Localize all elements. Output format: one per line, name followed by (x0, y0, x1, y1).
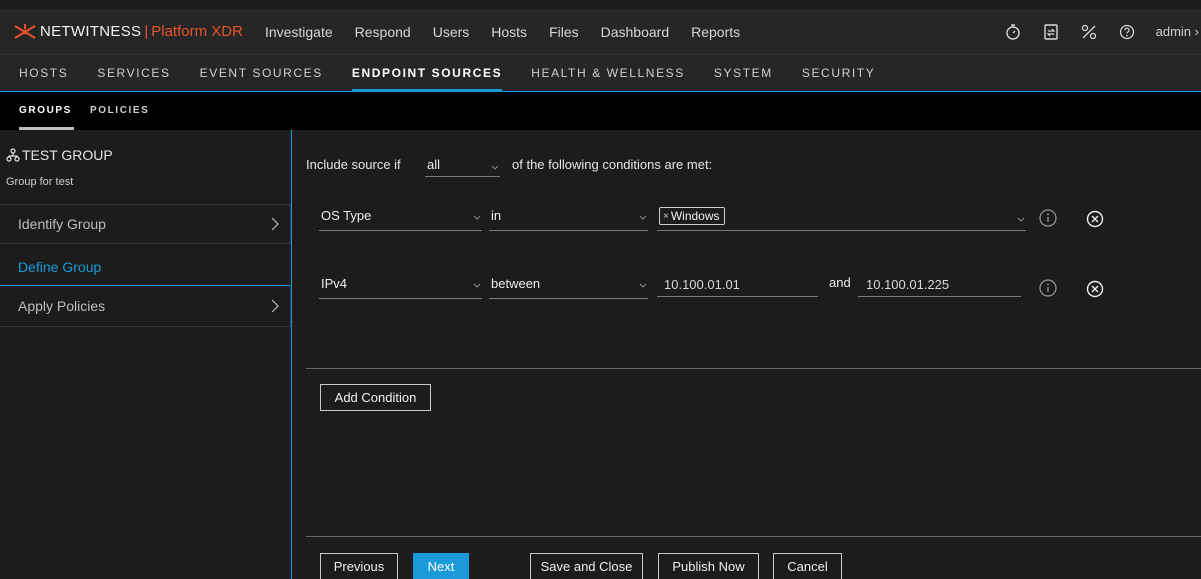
nav-respond[interactable]: Respond (355, 24, 411, 40)
chevron-right-icon (271, 217, 279, 231)
brand-name: NETWITNESS (40, 23, 142, 40)
range-end-input[interactable] (858, 272, 1021, 297)
chevron-right-icon: › (1194, 24, 1199, 39)
field-value: IPv4 (321, 276, 348, 291)
info-icon[interactable] (1038, 208, 1058, 228)
tab-services[interactable]: SERVICES (97, 55, 170, 92)
value-multiselect[interactable]: × Windows (657, 205, 1026, 231)
stopwatch-icon[interactable] (1004, 23, 1022, 41)
step-define-group[interactable]: Define Group (0, 249, 292, 285)
brand-separator: | (144, 23, 149, 40)
step-label: Define Group (18, 259, 102, 275)
add-condition-button[interactable]: Add Condition (320, 384, 431, 411)
user-menu[interactable]: admin › (1156, 24, 1199, 39)
tab-health-wellness[interactable]: HEALTH & WELLNESS (531, 55, 685, 92)
netwitness-logo-icon (14, 23, 36, 39)
nav-hosts[interactable]: Hosts (491, 24, 527, 40)
group-title: TEST GROUP (6, 147, 113, 163)
operator-select[interactable]: between (489, 276, 648, 299)
chevron-down-icon (473, 283, 481, 288)
cancel-button[interactable]: Cancel (773, 553, 842, 579)
chevron-down-icon (491, 165, 499, 170)
wizard-sidebar (0, 130, 292, 579)
and-label: and (829, 275, 851, 290)
step-label: Apply Policies (18, 298, 106, 314)
section-divider (306, 368, 1201, 369)
group-icon (6, 148, 20, 162)
nav-files[interactable]: Files (549, 24, 579, 40)
value-chip[interactable]: × Windows (659, 207, 725, 225)
footer-divider (306, 536, 1201, 537)
step-label: Identify Group (18, 216, 106, 232)
chevron-down-icon (1017, 217, 1025, 222)
chevron-down-icon (639, 215, 647, 220)
tab-endpoint-sources[interactable]: ENDPOINT SOURCES (351, 55, 503, 92)
chevron-down-icon (473, 215, 481, 220)
step-identify-group[interactable]: Identify Group (0, 204, 291, 244)
operator-value: between (491, 276, 541, 291)
operator-value: in (491, 208, 502, 223)
tab-security[interactable]: SECURITY (802, 55, 875, 92)
remove-condition-icon[interactable] (1085, 209, 1105, 229)
tools-icon[interactable] (1080, 23, 1098, 41)
match-select[interactable]: all (425, 153, 500, 177)
chevron-down-icon (639, 283, 647, 288)
save-close-button[interactable]: Save and Close (530, 553, 643, 579)
publish-now-button[interactable]: Publish Now (658, 553, 759, 579)
group-title-text: TEST GROUP (22, 147, 113, 163)
logo[interactable]: NETWITNESS | Platform XDR (12, 23, 243, 41)
match-value: all (427, 157, 441, 172)
admin-nav: HOSTS SERVICES EVENT SOURCES ENDPOINT SO… (0, 54, 1201, 92)
nav-dashboard[interactable]: Dashboard (601, 24, 670, 40)
next-button[interactable]: Next (413, 553, 469, 579)
field-select[interactable]: IPv4 (319, 276, 482, 299)
tab-system[interactable]: SYSTEM (714, 55, 773, 92)
field-value: OS Type (321, 208, 372, 223)
top-icons: admin › (1004, 9, 1201, 54)
nav-reports[interactable]: Reports (691, 24, 740, 40)
info-icon[interactable] (1038, 278, 1058, 298)
document-sync-icon[interactable] (1042, 23, 1060, 41)
chip-label: Windows (670, 209, 720, 223)
subtabs: GROUPS POLICIES (0, 92, 1201, 130)
top-bar: NETWITNESS | Platform XDR Investigate Re… (0, 9, 1201, 54)
group-description: Group for test (6, 176, 74, 188)
step-apply-policies[interactable]: Apply Policies (0, 285, 291, 327)
remove-chip-icon[interactable]: × (663, 211, 669, 222)
tab-policies[interactable]: POLICIES (90, 92, 149, 130)
include-prefix: Include source if (306, 157, 401, 172)
tab-groups[interactable]: GROUPS (19, 92, 74, 130)
previous-button[interactable]: Previous (320, 553, 398, 579)
tab-hosts[interactable]: HOSTS (19, 55, 68, 92)
field-select[interactable]: OS Type (319, 208, 482, 231)
help-icon[interactable] (1118, 23, 1136, 41)
include-suffix: of the following conditions are met: (512, 157, 713, 172)
remove-condition-icon[interactable] (1085, 279, 1105, 299)
chevron-right-icon (271, 299, 279, 313)
nav-investigate[interactable]: Investigate (265, 24, 333, 40)
brand-product: Platform XDR (151, 23, 243, 40)
range-start-input[interactable] (657, 272, 818, 297)
operator-select[interactable]: in (489, 208, 648, 231)
nav-users[interactable]: Users (433, 24, 470, 40)
main-nav: Investigate Respond Users Hosts Files Da… (265, 24, 762, 40)
tab-event-sources[interactable]: EVENT SOURCES (200, 55, 323, 92)
user-name: admin (1155, 24, 1192, 39)
